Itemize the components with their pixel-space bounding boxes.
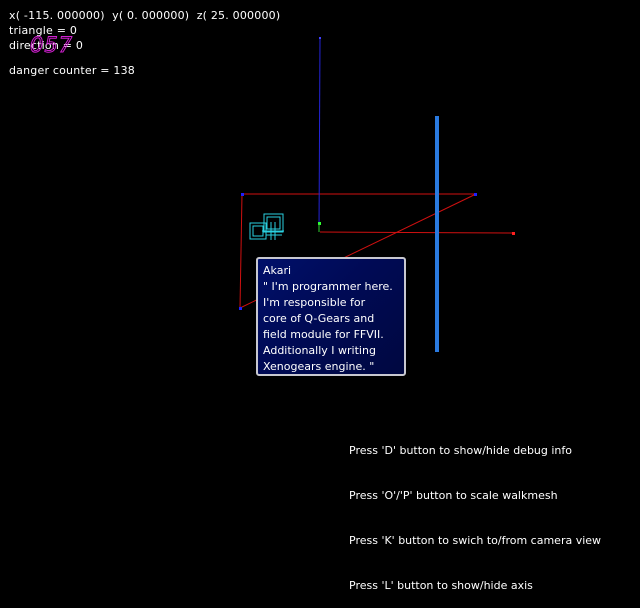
walkmesh-vertex [512, 232, 515, 235]
keyboard-help: Press 'D' button to show/hide debug info… [349, 413, 601, 608]
dialog-text-line: Xenogears engine. " [263, 360, 375, 373]
walkmesh-vertex [474, 193, 477, 196]
debug-danger-counter: danger counter = 138 [9, 64, 135, 77]
walkmesh-edge-left [239, 193, 243, 309]
gateway-trigger-bar [435, 116, 439, 352]
dialog-text-line: " I'm programmer here. [263, 280, 393, 293]
dialog-text-line: core of Q-Gears and [263, 312, 375, 325]
dialog-window[interactable]: Akari " I'm programmer here. I'm respons… [256, 257, 406, 376]
walkmesh-vertex [241, 193, 244, 196]
debug-position-readout: x( -115. 000000) y( 0. 000000) z( 25. 00… [9, 9, 281, 22]
help-axis-toggle: Press 'L' button to show/hide axis [349, 579, 533, 592]
fps-overlay: 057 [29, 33, 74, 58]
help-debug-toggle: Press 'D' button to show/hide debug info [349, 444, 573, 457]
axis-z-line [318, 37, 321, 231]
walkmesh-vertex [239, 307, 242, 310]
dialog-text-line: I'm responsible for [263, 296, 366, 309]
help-scale-walkmesh: Press 'O'/'P' button to scale walkmesh [349, 489, 558, 502]
help-camera-toggle: Press 'K' button to swich to/from camera… [349, 534, 602, 547]
walkmesh-edge-center [319, 231, 515, 234]
dialog-text-line: field module for FFVII. [263, 328, 384, 341]
dialog-text-line: Additionally I writing [263, 344, 376, 357]
axis-top-marker [319, 37, 321, 39]
dialog-speaker-name: Akari [263, 264, 292, 277]
wireframe-character-icon [249, 213, 284, 240]
